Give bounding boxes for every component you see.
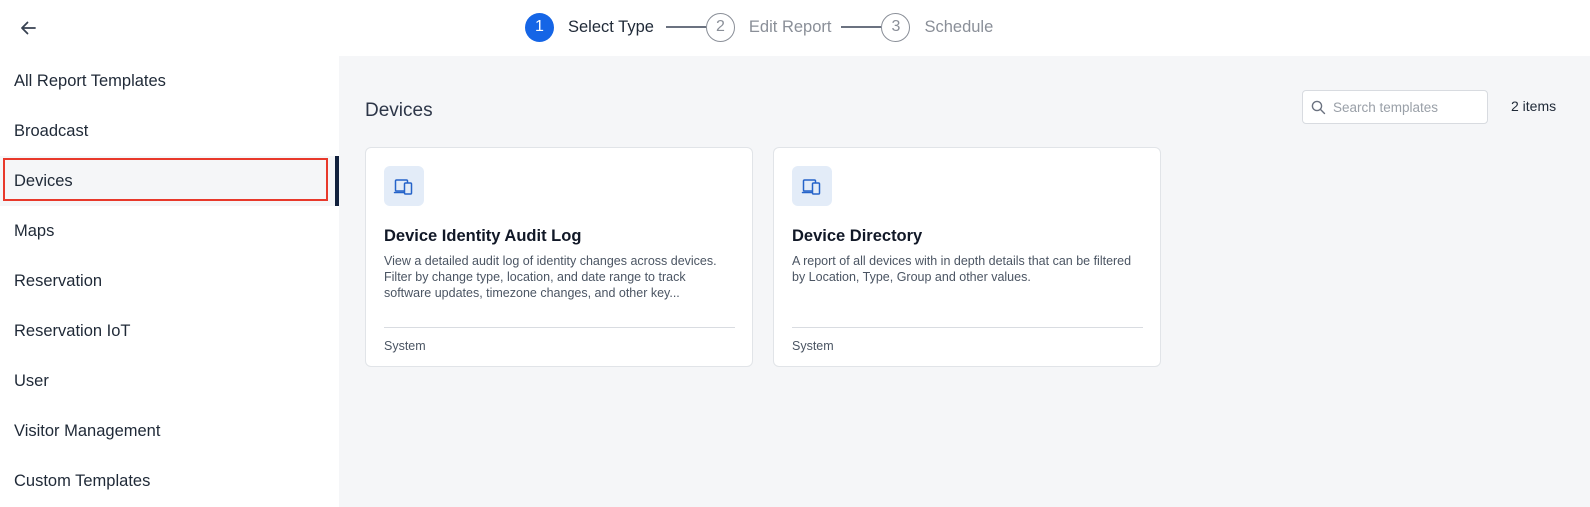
sidebar-item-label: Devices (14, 171, 73, 190)
sidebar-item-maps[interactable]: Maps (0, 206, 339, 256)
top-bar: 1 Select Type 2 Edit Report 3 Schedule (0, 0, 1590, 56)
card-description: A report of all devices with in depth de… (792, 254, 1132, 284)
card-title: Device Identity Audit Log (384, 227, 582, 245)
divider (384, 327, 735, 328)
sidebar-item-label: Reservation (14, 271, 103, 290)
step-connector (841, 26, 882, 28)
card-description: View a detailed audit log of identity ch… (384, 254, 717, 300)
section-title: Devices (365, 100, 433, 121)
search-box[interactable] (1302, 90, 1488, 124)
sidebar-item-broadcast[interactable]: Broadcast (0, 106, 339, 156)
sidebar-item-user[interactable]: User (0, 356, 339, 406)
card-title: Device Directory (792, 227, 923, 245)
search-input[interactable] (1333, 99, 1483, 115)
sidebar-item-custom-templates[interactable]: Custom Templates (0, 456, 339, 506)
devices-icon (384, 166, 424, 206)
sidebar-item-label: Custom Templates (14, 471, 151, 490)
step-edit-report[interactable]: 2 Edit Report (705, 12, 832, 42)
sidebar-item-all-report-templates[interactable]: All Report Templates (0, 56, 339, 106)
sidebar-item-label: All Report Templates (14, 71, 166, 90)
item-count: 2 items (1511, 98, 1557, 114)
sidebar-item-visitor-management[interactable]: Visitor Management (0, 406, 339, 456)
arrow-left-icon (21, 21, 36, 35)
sidebar: All Report Templates Broadcast Devices M… (0, 56, 339, 507)
sidebar-item-label: Broadcast (14, 121, 89, 140)
sidebar-item-label: Reservation IoT (14, 321, 131, 340)
template-card[interactable]: Device Identity Audit Log View a detaile… (365, 147, 753, 367)
back-button[interactable] (14, 14, 42, 42)
main-content: Devices 2 items Device Identity Audit Lo… (339, 56, 1590, 507)
devices-icon (792, 166, 832, 206)
sidebar-item-label: User (14, 371, 49, 390)
step-select-type[interactable]: 1 Select Type (525, 12, 654, 42)
step-label: Schedule (924, 17, 994, 36)
step-label: Select Type (568, 17, 654, 36)
step-number: 2 (705, 12, 735, 42)
sidebar-item-label: Maps (14, 221, 55, 240)
search-icon (1311, 100, 1326, 114)
step-number: 3 (881, 12, 911, 42)
sidebar-item-reservation-iot[interactable]: Reservation IoT (0, 306, 339, 356)
step-schedule[interactable]: 3 Schedule (881, 12, 994, 42)
sidebar-item-label: Visitor Management (14, 421, 161, 440)
divider (792, 327, 1143, 328)
template-card[interactable]: Device Directory A report of all devices… (773, 147, 1161, 367)
step-number: 1 (525, 12, 554, 42)
stepper: 1 Select Type 2 Edit Report 3 Schedule (525, 12, 993, 42)
sidebar-item-reservation[interactable]: Reservation (0, 256, 339, 306)
step-connector (665, 26, 706, 28)
card-footer: System (792, 339, 834, 353)
sidebar-item-devices[interactable]: Devices (0, 156, 339, 206)
card-footer: System (384, 339, 426, 353)
step-label: Edit Report (748, 17, 832, 36)
